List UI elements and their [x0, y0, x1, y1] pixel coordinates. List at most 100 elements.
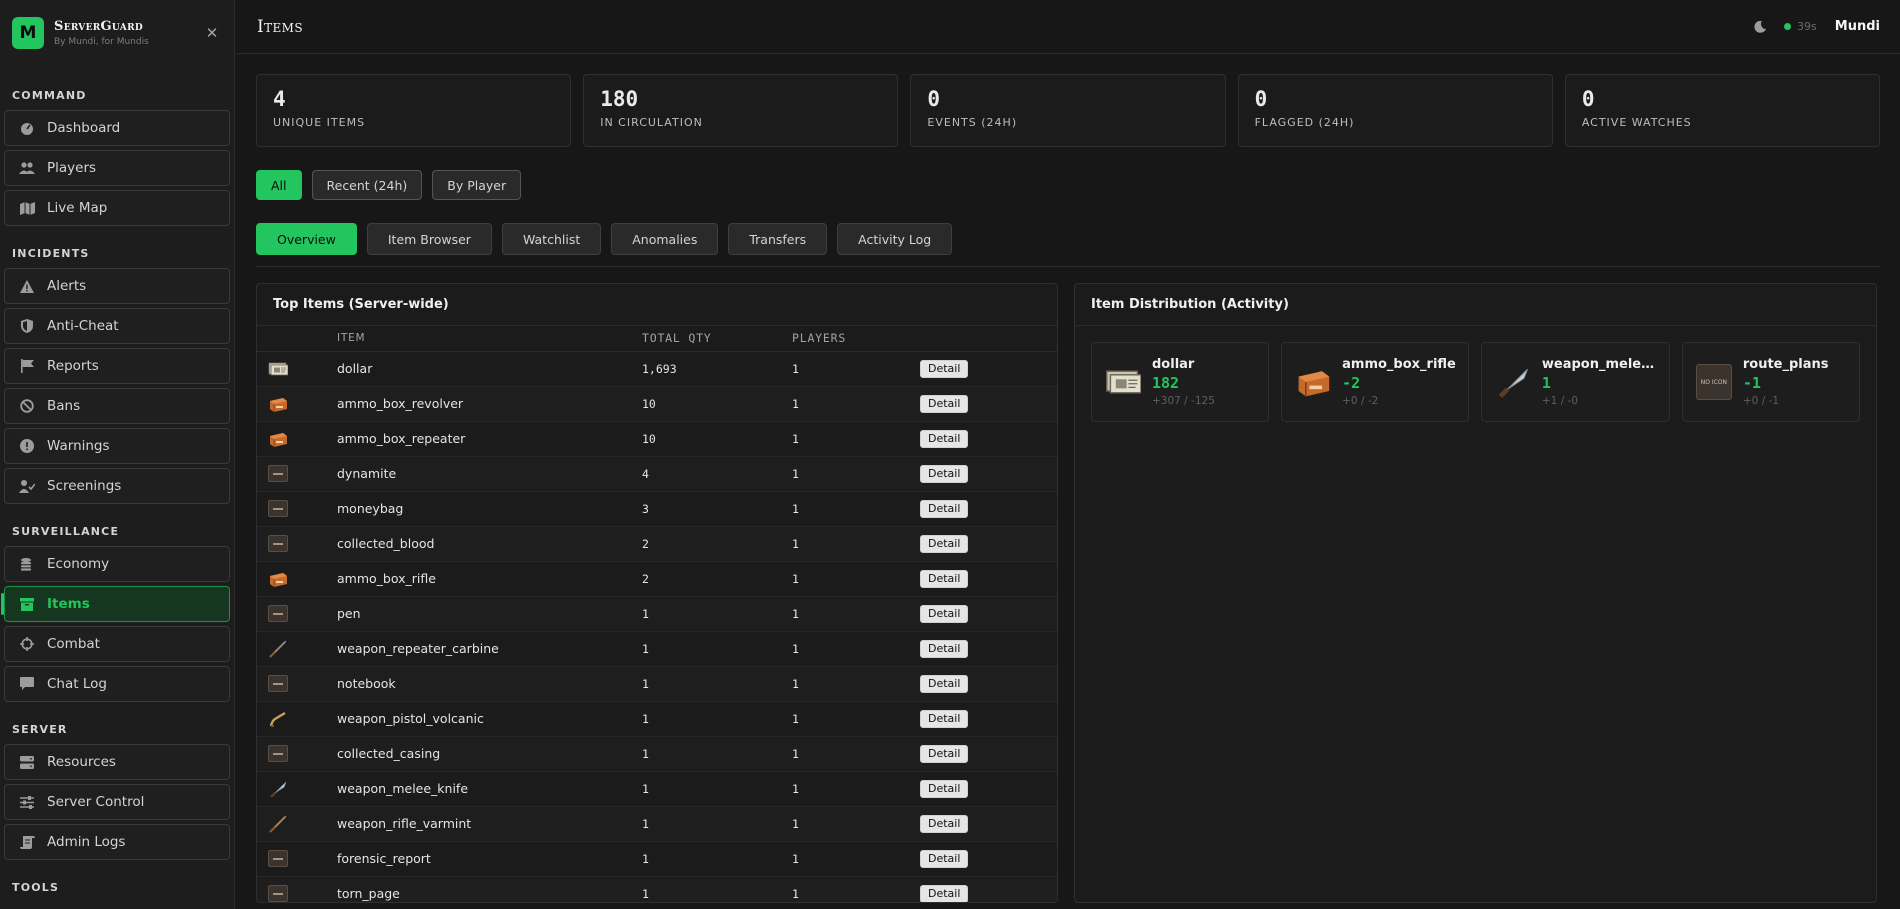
item-players: 1 [792, 876, 920, 902]
detail-button[interactable]: Detail [920, 534, 969, 553]
no-icon: NO ICON [1695, 363, 1733, 401]
sidebar-item-resources[interactable]: Resources [4, 744, 230, 780]
column-header-icon [257, 326, 337, 352]
filter-recent-button[interactable]: Recent (24h) [311, 170, 423, 200]
stat-value: 180 [600, 87, 639, 111]
sidebar-item-items[interactable]: Items [1, 586, 230, 622]
distribution-card[interactable]: weapon_melee_... 1 +1 / -0 [1480, 342, 1670, 422]
sidebar-item-economy[interactable]: Economy [4, 546, 230, 582]
detail-button[interactable]: Detail [920, 814, 969, 833]
no-icon [268, 745, 288, 763]
item-name: torn_page [337, 876, 642, 902]
stat-card-active-watches: 0 Active Watches [1564, 74, 1881, 147]
sidebar-item-label: Screenings [47, 478, 122, 494]
detail-button[interactable]: Detail [920, 359, 969, 378]
distribution-card[interactable]: ammo_box_rifle -2 +0 / -2 [1281, 342, 1469, 422]
sidebar-item-live-map[interactable]: Live Map [4, 190, 230, 226]
item-players: 1 [792, 561, 920, 597]
item-players: 1 [792, 456, 920, 492]
detail-button[interactable]: Detail [920, 604, 969, 623]
table-row: dynamite 4 1 Detail [257, 456, 1057, 492]
tab-activity-log[interactable]: Activity Log [837, 223, 953, 255]
user-check-icon [19, 478, 35, 494]
detail-button[interactable]: Detail [920, 779, 969, 798]
table-header-row: ITEM TOTAL QTY PLAYERS [257, 326, 1057, 352]
item-players: 1 [792, 666, 920, 702]
distribution-net-change: -2 [1342, 374, 1361, 392]
sidebar-item-label: Reports [47, 358, 99, 374]
item-players: 1 [792, 386, 920, 422]
sidebar-item-anti-cheat[interactable]: Anti-Cheat [4, 308, 230, 344]
detail-button[interactable]: Detail [920, 429, 969, 448]
sidebar-item-admin-logs[interactable]: Admin Logs [4, 824, 230, 860]
item-icon-cell [257, 421, 337, 457]
item-actions: Detail [920, 386, 1057, 422]
detail-button[interactable]: Detail [920, 464, 969, 483]
detail-button[interactable]: Detail [920, 884, 969, 902]
ammo-box-icon [268, 395, 288, 413]
detail-button[interactable]: Detail [920, 639, 969, 658]
item-name: ammo_box_revolver [337, 386, 642, 422]
knife-icon [1494, 363, 1532, 401]
sidebar-item-reports[interactable]: Reports [4, 348, 230, 384]
detail-button[interactable]: Detail [920, 674, 969, 693]
sidebar-item-screenings[interactable]: Screenings [4, 468, 230, 504]
tab-overview[interactable]: Overview [256, 223, 357, 255]
no-icon [268, 535, 288, 553]
distribution-card[interactable]: dollar 182 +307 / -125 [1091, 342, 1270, 422]
item-players: 1 [792, 421, 920, 457]
detail-button[interactable]: Detail [920, 569, 969, 588]
exclamation-icon [19, 438, 35, 454]
cash-icon [268, 360, 288, 378]
item-actions: Detail [920, 841, 1057, 877]
sidebar-item-players[interactable]: Players [4, 150, 230, 186]
detail-button[interactable]: Detail [920, 849, 969, 868]
brand-logo[interactable]: M [12, 17, 44, 49]
distribution-card[interactable]: NO ICON route_plans -1 +0 / -1 [1681, 342, 1860, 422]
stat-value: 0 [1581, 87, 1595, 111]
top-bar: Items 39s Mundi [236, 0, 1900, 54]
tab-transfers[interactable]: Transfers [728, 223, 828, 255]
detail-button[interactable]: Detail [920, 499, 969, 518]
item-icon-cell [257, 841, 337, 877]
detail-button[interactable]: Detail [920, 394, 969, 413]
item-distribution-panel: Item Distribution (Activity) dollar 182 … [1074, 283, 1877, 903]
stat-label: Unique Items [273, 116, 366, 129]
detail-button[interactable]: Detail [920, 744, 969, 763]
detail-button[interactable]: Detail [920, 709, 969, 728]
moon-icon[interactable] [1754, 20, 1767, 33]
item-total-qty: 1 [642, 631, 792, 667]
item-players: 1 [792, 351, 920, 387]
item-total-qty: 1,693 [642, 351, 792, 387]
sidebar-item-dashboard[interactable]: Dashboard [4, 110, 230, 146]
sidebar-item-alerts[interactable]: Alerts [4, 268, 230, 304]
item-total-qty: 1 [642, 841, 792, 877]
sidebar-item-server-control[interactable]: Server Control [4, 784, 230, 820]
filter-all-button[interactable]: All [256, 170, 302, 200]
connection-status-dot [1784, 23, 1792, 30]
item-total-qty: 10 [642, 386, 792, 422]
user-name[interactable]: Mundi [1835, 19, 1880, 34]
sidebar-item-warnings[interactable]: Warnings [4, 428, 230, 464]
item-actions: Detail [920, 596, 1057, 632]
distribution-card-text: route_plans -1 +0 / -1 [1743, 357, 1829, 407]
sidebar: M ServerGuard By Mundi, for Mundis ✕ COM… [0, 0, 235, 909]
tab-anomalies[interactable]: Anomalies [611, 223, 719, 255]
sidebar-item-label: Economy [47, 556, 110, 572]
sidebar-item-combat[interactable]: Combat [4, 626, 230, 662]
brand-text: ServerGuard By Mundi, for Mundis [54, 19, 202, 47]
ammo-box-icon [268, 570, 288, 588]
tab-item-browser[interactable]: Item Browser [366, 223, 492, 255]
sliders-icon [19, 794, 35, 810]
sidebar-item-bans[interactable]: Bans [4, 388, 230, 424]
sidebar-item-chat-log[interactable]: Chat Log [4, 666, 230, 702]
table-row: ammo_box_repeater 10 1 Detail [257, 421, 1057, 457]
panels: Top Items (Server-wide) ITEM TOTAL QTY P… [256, 283, 1880, 903]
tab-watchlist[interactable]: Watchlist [501, 223, 602, 255]
close-sidebar-button[interactable]: ✕ [202, 23, 222, 43]
item-name: weapon_rifle_varmint [337, 806, 642, 842]
item-actions: Detail [920, 701, 1057, 737]
table-row: collected_casing 1 1 Detail [257, 736, 1057, 772]
item-total-qty: 1 [642, 736, 792, 772]
filter-by-player-button[interactable]: By Player [432, 170, 522, 200]
